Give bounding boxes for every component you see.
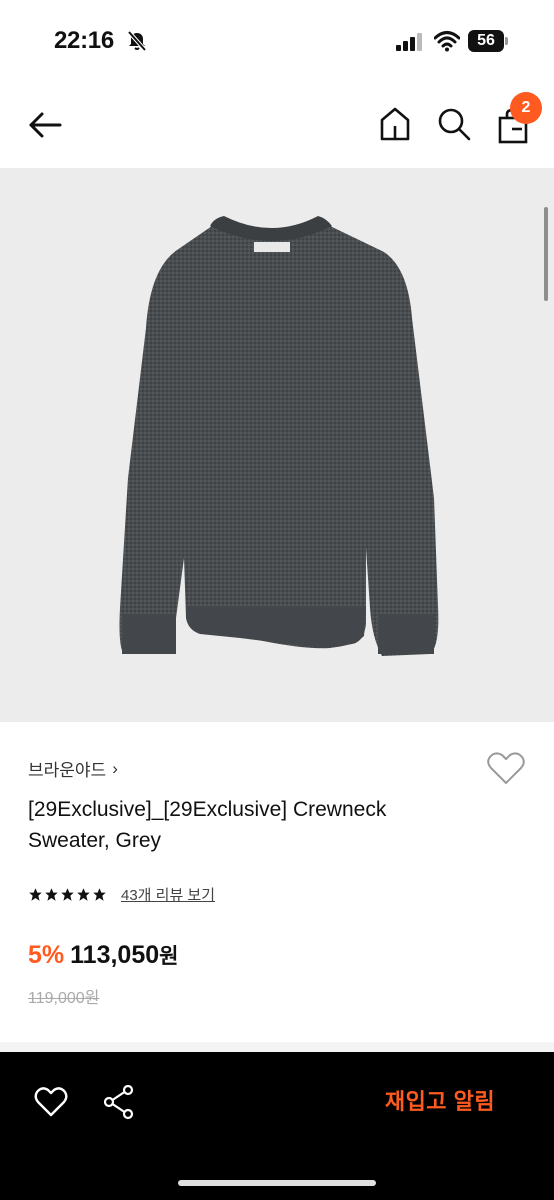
bottom-action-bar: 재입고 알림	[0, 1052, 554, 1200]
battery-icon: 56	[468, 30, 508, 52]
price-row: 5% 113,050원	[28, 940, 178, 970]
wifi-icon	[434, 31, 460, 52]
discount-rate: 5%	[28, 941, 65, 969]
chevron-right-icon: ›	[112, 758, 118, 778]
status-bar: 22:16 56	[0, 0, 554, 80]
section-divider	[0, 1042, 554, 1052]
review-link[interactable]: 43개 리뷰 보기	[121, 884, 215, 905]
star-icon	[93, 888, 106, 901]
star-icon	[45, 888, 58, 901]
share-icon[interactable]	[102, 1084, 136, 1120]
home-indicator	[178, 1180, 376, 1186]
back-arrow-icon[interactable]	[26, 106, 64, 144]
rating-row: 43개 리뷰 보기	[28, 884, 215, 905]
brand-name: 브라운야드	[28, 761, 107, 780]
heart-icon[interactable]	[34, 1086, 68, 1118]
sweater-image	[119, 216, 439, 656]
product-image[interactable]	[0, 168, 554, 722]
star-icon	[77, 888, 90, 901]
product-info: 브라운야드 › [29Exclusive]_[29Exclusive] Crew…	[0, 722, 554, 1042]
restock-alert-button[interactable]: 재입고 알림	[360, 1082, 520, 1122]
search-icon[interactable]	[436, 106, 472, 142]
sale-price: 113,050원	[70, 940, 178, 970]
signal-icon	[396, 33, 422, 51]
rating-stars	[28, 887, 107, 902]
home-icon[interactable]	[378, 106, 412, 142]
cart-count-badge: 2	[510, 92, 542, 124]
original-price: 119,000원	[28, 990, 100, 1007]
sale-price-amount: 113,050	[70, 941, 160, 969]
heart-icon[interactable]	[486, 750, 526, 786]
star-icon	[61, 888, 74, 901]
battery-cap	[505, 37, 508, 45]
scroll-indicator	[544, 207, 548, 301]
product-header	[0, 80, 554, 168]
bell-slash-icon	[127, 30, 147, 52]
product-title: [29Exclusive]_[29Exclusive] Crewneck Swe…	[28, 798, 387, 852]
battery-level: 56	[477, 32, 495, 49]
star-icon	[29, 888, 42, 901]
currency-label: 원	[159, 945, 179, 968]
status-time: 22:16	[54, 27, 114, 54]
brand-link[interactable]: 브라운야드 ›	[28, 756, 118, 781]
